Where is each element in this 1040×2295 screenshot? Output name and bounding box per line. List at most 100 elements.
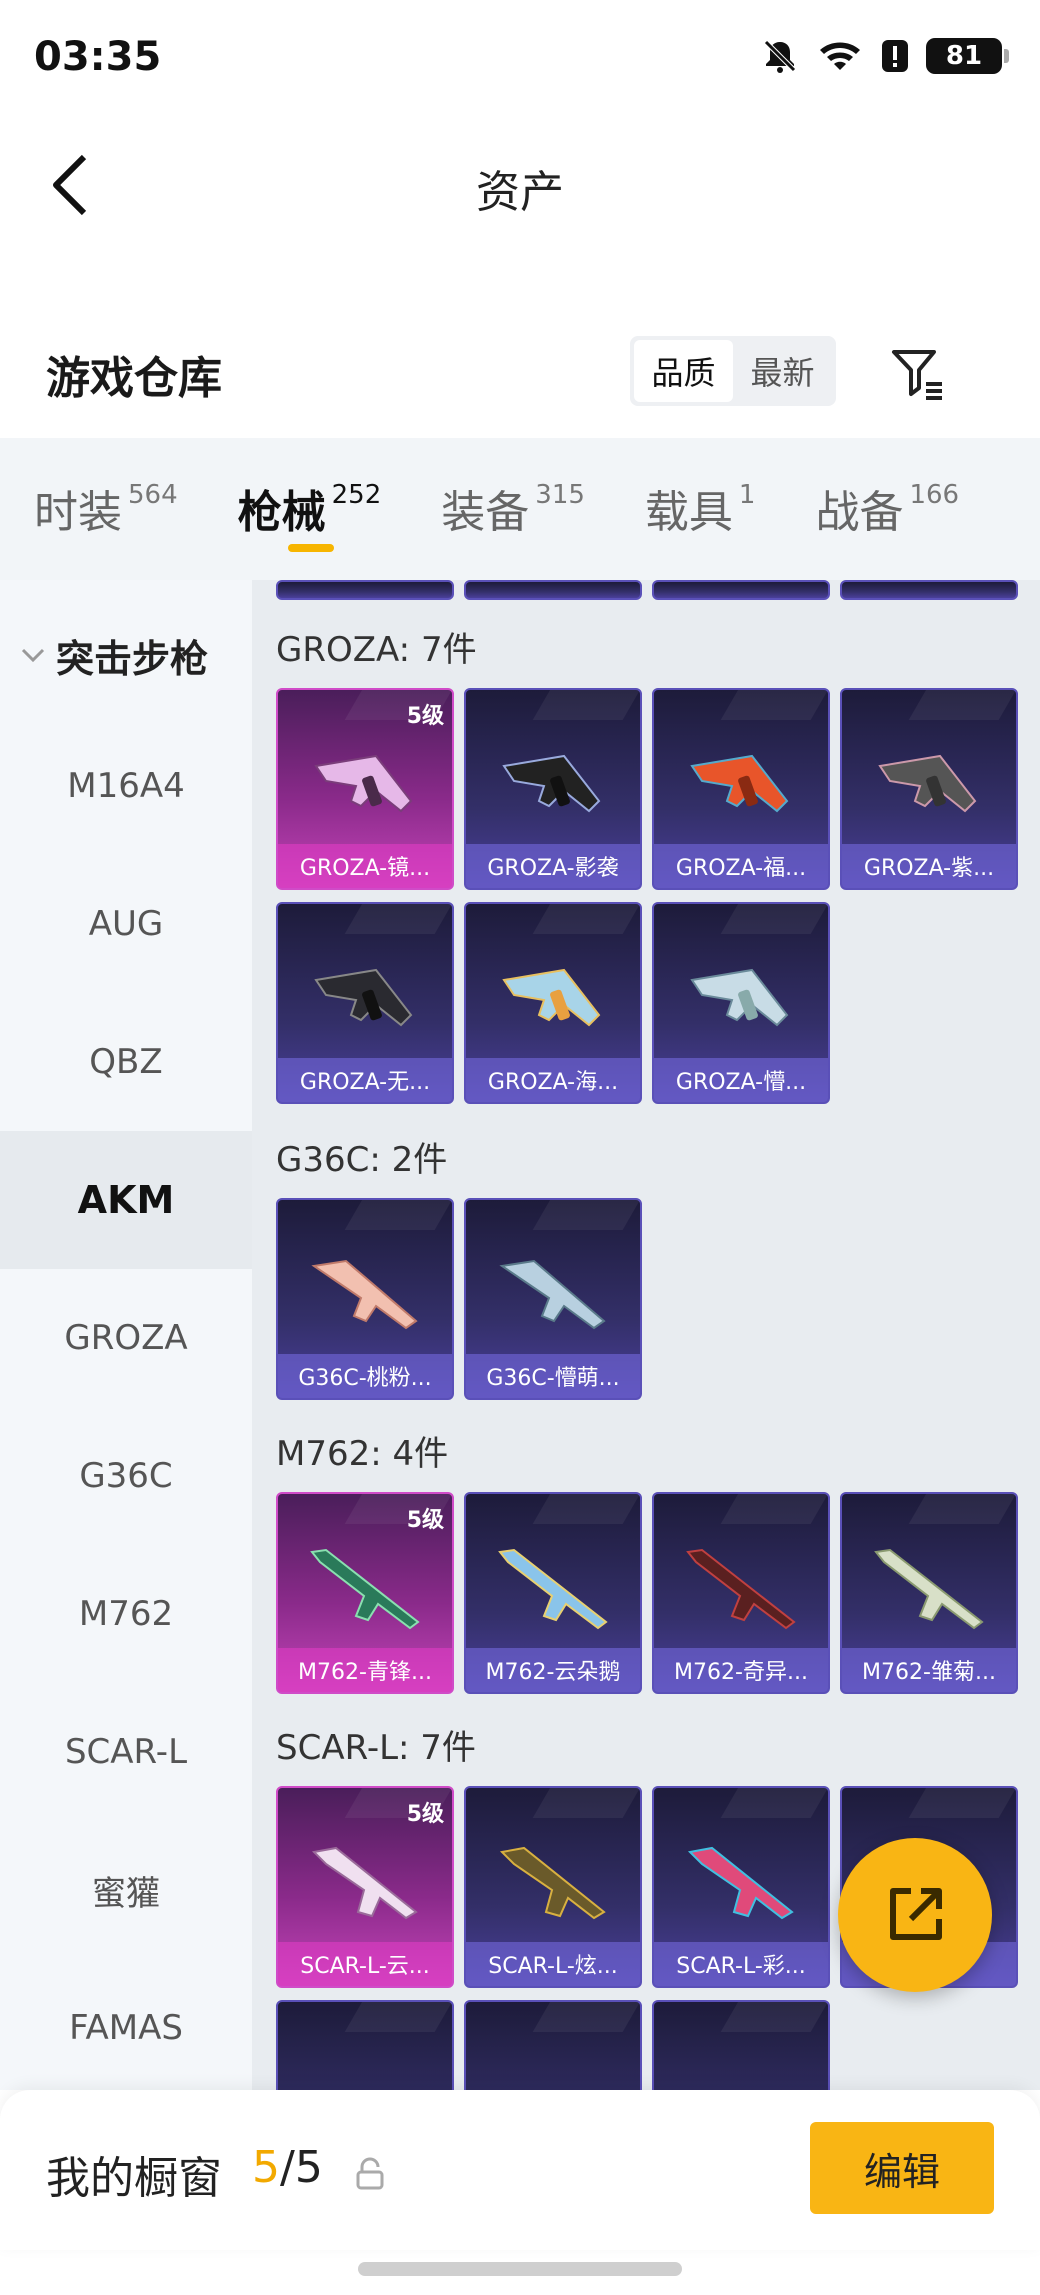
edit-button[interactable]: 编辑 bbox=[810, 2122, 994, 2214]
sidebar-item-akm[interactable]: AKM bbox=[0, 1131, 252, 1269]
weapon-card[interactable]: GROZA-紫... bbox=[840, 688, 1018, 890]
alert-icon bbox=[880, 36, 910, 76]
tab-fashion[interactable]: 时装 564 bbox=[34, 438, 178, 540]
section-title-groza: GROZA: 7件 bbox=[276, 630, 477, 670]
weapon-card[interactable]: GROZA-无... bbox=[276, 902, 454, 1104]
card-decoration bbox=[908, 1494, 1016, 1524]
weapon-skin-image bbox=[499, 1259, 606, 1330]
tab-active-indicator bbox=[287, 544, 334, 552]
weapon-name: SCAR-L-炫... bbox=[466, 1942, 640, 1986]
sidebar-item-m762[interactable]: M762 bbox=[0, 1545, 252, 1683]
sort-toggle: 品质 最新 bbox=[630, 336, 836, 406]
weapon-card-partial[interactable] bbox=[840, 580, 1018, 600]
weapon-card[interactable]: G36C-桃粉... bbox=[276, 1198, 454, 1400]
sidebar-group-label: 突击步枪 bbox=[56, 636, 209, 681]
filter-button[interactable] bbox=[886, 342, 950, 406]
weapon-name: GROZA-福... bbox=[654, 844, 828, 888]
weapon-skin-image bbox=[690, 968, 789, 1027]
sidebar-item-g36c[interactable]: G36C bbox=[0, 1407, 252, 1545]
showcase-bar: 我的橱窗 5/5 编辑 bbox=[0, 2090, 1040, 2250]
page-title: 资产 bbox=[476, 167, 564, 218]
section-title-m762: M762: 4件 bbox=[276, 1434, 449, 1474]
card-decoration bbox=[532, 690, 640, 720]
weapon-card[interactable]: GROZA-海... bbox=[464, 902, 642, 1104]
wifi-icon bbox=[816, 36, 864, 76]
sidebar-item-scar-l[interactable]: SCAR-L bbox=[0, 1683, 252, 1821]
weapon-card[interactable]: GROZA-影袭 bbox=[464, 688, 642, 890]
tab-count: 315 bbox=[535, 480, 585, 510]
sort-option-quality[interactable]: 品质 bbox=[634, 340, 733, 402]
section-title-scar-l: SCAR-L: 7件 bbox=[276, 1728, 476, 1768]
weapon-skin-image bbox=[310, 1548, 420, 1630]
showcase-total: /5 bbox=[280, 2142, 323, 2193]
tab-count: 166 bbox=[909, 480, 960, 510]
card-decoration bbox=[532, 1200, 640, 1230]
tab-equipment[interactable]: 装备 315 bbox=[441, 438, 585, 540]
weapon-card[interactable]: M762-雏菊... bbox=[840, 1492, 1018, 1694]
weapon-card[interactable]: 5级 GROZA-镜... bbox=[276, 688, 454, 890]
level-badge: 5级 bbox=[406, 704, 444, 729]
tab-label: 载具 bbox=[644, 487, 733, 538]
weapon-skin-image bbox=[686, 1548, 796, 1630]
weapon-name: M762-云朵鹅 bbox=[466, 1648, 640, 1692]
tab-label: 枪械 bbox=[237, 487, 326, 538]
weapon-card[interactable]: 5级 M762-青锋... bbox=[276, 1492, 454, 1694]
weapon-card-partial[interactable] bbox=[276, 580, 454, 600]
tab-supplies[interactable]: 战备 166 bbox=[815, 438, 959, 540]
weapon-name: GROZA-影袭 bbox=[466, 844, 640, 888]
battery-indicator: 81 bbox=[926, 38, 1009, 74]
weapon-card[interactable]: SCAR-L-炫... bbox=[464, 1786, 642, 1988]
tab-count: 564 bbox=[128, 480, 178, 510]
weapon-name: GROZA-海... bbox=[466, 1058, 640, 1102]
weapon-card[interactable]: M762-奇异... bbox=[652, 1492, 830, 1694]
chevron-down-icon bbox=[21, 648, 45, 663]
weapon-card[interactable]: 5级 SCAR-L-云... bbox=[276, 1786, 454, 1988]
card-decoration bbox=[532, 1494, 640, 1524]
home-indicator[interactable] bbox=[358, 2262, 682, 2276]
weapon-card[interactable]: GROZA-福... bbox=[652, 688, 830, 890]
sort-option-latest[interactable]: 最新 bbox=[733, 340, 832, 402]
card-decoration bbox=[344, 2002, 452, 2032]
weapon-name: GROZA-紫... bbox=[842, 844, 1016, 888]
sidebar-item-famas[interactable]: FAMAS bbox=[0, 1959, 252, 2097]
card-decoration bbox=[344, 904, 452, 934]
weapon-card[interactable]: GROZA-懵... bbox=[652, 902, 830, 1104]
mute-icon bbox=[760, 36, 800, 76]
status-bar: 03:35 81 bbox=[0, 0, 1040, 120]
weapon-skin-image bbox=[499, 1846, 606, 1920]
share-fab-button[interactable] bbox=[838, 1838, 992, 1992]
tab-firearms[interactable]: 枪械 252 bbox=[237, 438, 382, 552]
card-decoration bbox=[344, 1200, 452, 1230]
showcase-title: 我的橱窗 bbox=[46, 2153, 222, 2204]
weapon-card[interactable] bbox=[652, 2000, 830, 2090]
weapon-skin-image bbox=[687, 1846, 794, 1920]
weapon-skin-image bbox=[498, 1548, 608, 1630]
sidebar-group-assault-rifles[interactable]: 突击步枪 bbox=[0, 620, 252, 690]
weapon-skin-image bbox=[502, 968, 601, 1027]
filter-icon bbox=[892, 350, 942, 400]
weapon-skin-image bbox=[311, 1846, 418, 1920]
sidebar-item-aug[interactable]: AUG bbox=[0, 855, 252, 993]
weapon-card[interactable] bbox=[464, 2000, 642, 2090]
tab-label: 装备 bbox=[441, 487, 530, 538]
weapon-name: SCAR-L-云... bbox=[278, 1942, 452, 1986]
weapon-card[interactable] bbox=[276, 2000, 454, 2090]
sidebar-item-groza[interactable]: GROZA bbox=[0, 1269, 252, 1407]
sidebar-item-honey-badger[interactable]: 蜜獾 bbox=[0, 1821, 252, 1959]
card-decoration bbox=[532, 904, 640, 934]
weapon-skin-image bbox=[314, 754, 413, 813]
sidebar-item-m16a4[interactable]: M16A4 bbox=[0, 717, 252, 855]
card-decoration bbox=[720, 1788, 828, 1818]
card-decoration bbox=[720, 2002, 828, 2032]
tab-vehicles[interactable]: 载具 1 bbox=[645, 438, 756, 540]
weapon-card[interactable]: SCAR-L-彩... bbox=[652, 1786, 830, 1988]
showcase-current: 5 bbox=[252, 2142, 280, 2193]
showcase-count: 5/5 bbox=[252, 2142, 323, 2193]
section-title-g36c: G36C: 2件 bbox=[276, 1140, 448, 1180]
weapon-card[interactable]: M762-云朵鹅 bbox=[464, 1492, 642, 1694]
tab-count: 252 bbox=[331, 480, 382, 510]
sidebar-item-qbz[interactable]: QBZ bbox=[0, 993, 252, 1131]
weapon-card-partial[interactable] bbox=[652, 580, 830, 600]
weapon-card-partial[interactable] bbox=[464, 580, 642, 600]
weapon-card[interactable]: G36C-懵萌... bbox=[464, 1198, 642, 1400]
